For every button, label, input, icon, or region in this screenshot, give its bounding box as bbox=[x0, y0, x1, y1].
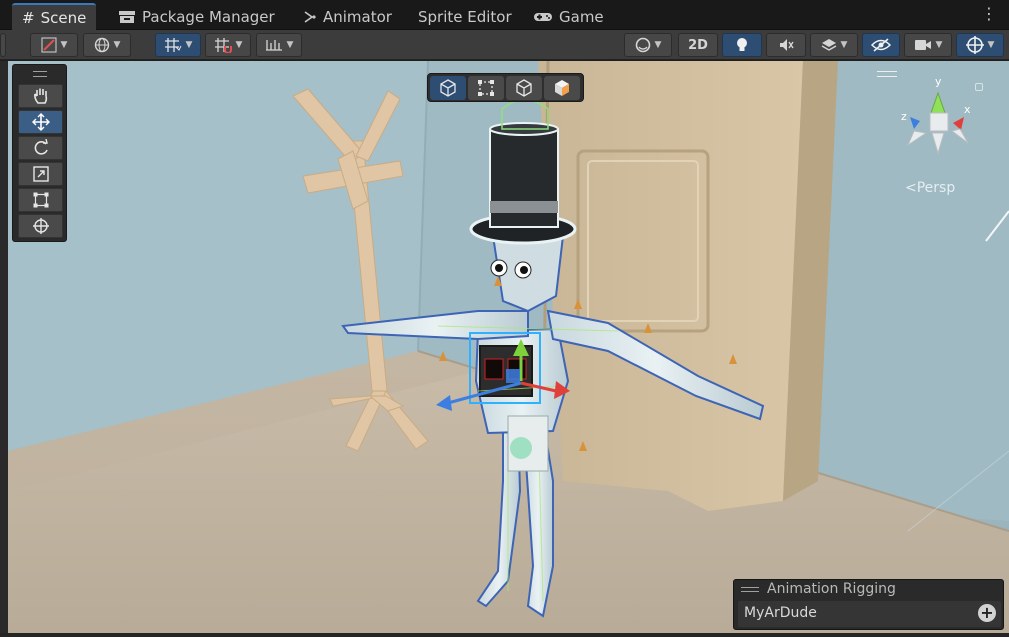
camera-icon bbox=[914, 40, 931, 50]
animation-rigging-panel: Animation Rigging MyArDude + bbox=[733, 579, 1004, 630]
tab-package-manager-label: Package Manager bbox=[142, 7, 275, 26]
rect-handle-button[interactable] bbox=[468, 76, 504, 100]
audio-toggle[interactable] bbox=[766, 33, 806, 57]
chevron-left-icon: < bbox=[905, 180, 917, 196]
rig-name: MyArDude bbox=[744, 605, 817, 621]
rect-tool-button[interactable] bbox=[18, 188, 63, 212]
left-panel-edge bbox=[0, 61, 8, 637]
palette-grip-handle[interactable] bbox=[33, 71, 47, 77]
layers-icon bbox=[821, 39, 836, 51]
shading-sphere-icon bbox=[635, 37, 650, 53]
chevron-down-icon: ▼ bbox=[113, 40, 121, 50]
package-icon bbox=[119, 10, 135, 23]
camera-dropdown[interactable]: ▼ bbox=[904, 33, 952, 57]
shading-mode-dropdown[interactable]: ▼ bbox=[624, 33, 672, 57]
scale-icon bbox=[32, 166, 49, 182]
ruler-icon bbox=[265, 40, 282, 51]
projection-label: Persp bbox=[916, 180, 956, 196]
chevron-down-icon: ▼ bbox=[987, 40, 995, 50]
unity-editor: # Scene Package Manager Animator Sprite … bbox=[0, 0, 1009, 637]
audio-mute-icon bbox=[780, 39, 794, 51]
transform-tool-button[interactable] bbox=[18, 214, 63, 238]
move-tool-button[interactable] bbox=[18, 110, 63, 134]
tab-scene[interactable]: # Scene bbox=[12, 3, 97, 30]
hash-grid-icon: # bbox=[22, 8, 35, 27]
eye-slash-icon bbox=[871, 38, 891, 52]
chevron-down-icon: ▼ bbox=[185, 40, 193, 50]
transform-handle-button[interactable] bbox=[430, 76, 466, 100]
draw-mode-icon bbox=[41, 37, 57, 53]
rotate-tool-button[interactable] bbox=[18, 136, 63, 160]
hand-tool-button[interactable] bbox=[18, 84, 63, 108]
scene-render bbox=[8, 61, 1009, 633]
colored-cube-icon bbox=[555, 80, 569, 96]
bottom-edge bbox=[0, 633, 1009, 637]
rect-transform-icon bbox=[33, 192, 48, 208]
plus-icon: + bbox=[980, 603, 994, 622]
magnet-grid-icon bbox=[214, 38, 232, 53]
grid-snap-icon bbox=[164, 38, 181, 52]
toolbar-edge bbox=[0, 33, 6, 57]
chevron-down-icon: ▼ bbox=[235, 40, 243, 50]
globe-icon bbox=[94, 37, 109, 53]
colored-cube-button[interactable] bbox=[544, 76, 580, 100]
visibility-toggle[interactable] bbox=[862, 33, 900, 57]
axis-z-label: z bbox=[901, 110, 907, 123]
lightbulb-icon bbox=[737, 38, 747, 51]
lighting-toggle[interactable] bbox=[722, 33, 762, 57]
gamepad-icon bbox=[534, 12, 552, 21]
dashed-rect-icon bbox=[478, 80, 494, 96]
transform-icon bbox=[32, 218, 49, 234]
scale-tool-button[interactable] bbox=[18, 162, 63, 186]
axis-y-label: y bbox=[935, 75, 942, 88]
panel-title: Animation Rigging bbox=[767, 581, 896, 597]
increment-snap-dropdown[interactable]: ▼ bbox=[205, 33, 251, 57]
lock-icon[interactable] bbox=[975, 83, 983, 91]
cube-outline-icon bbox=[516, 79, 532, 97]
chevron-down-icon: ▼ bbox=[840, 40, 848, 50]
gizmo-drag-handle[interactable] bbox=[877, 71, 897, 77]
tab-package-manager[interactable]: Package Manager bbox=[108, 3, 285, 30]
bounds-cube-button[interactable] bbox=[506, 76, 542, 100]
cube-icon bbox=[440, 79, 456, 97]
rotate-icon bbox=[34, 139, 48, 155]
projection-toggle[interactable]: <Persp bbox=[905, 180, 955, 196]
tab-game-label: Game bbox=[559, 7, 604, 26]
effects-dropdown[interactable]: ▼ bbox=[810, 33, 858, 57]
add-rig-button[interactable]: + bbox=[978, 604, 996, 622]
tab-sprite-editor[interactable]: Sprite Editor bbox=[408, 3, 522, 30]
ruler-snap-dropdown[interactable]: ▼ bbox=[256, 33, 302, 57]
chevron-down-icon: ▼ bbox=[286, 40, 294, 50]
tab-scene-label: Scene bbox=[40, 8, 87, 27]
chevron-down-icon: ▼ bbox=[654, 40, 662, 50]
tab-animator-label: Animator bbox=[323, 7, 392, 26]
rig-list-item[interactable]: MyArDude + bbox=[738, 601, 1001, 627]
tab-animator[interactable]: Animator bbox=[293, 3, 402, 30]
draw-mode-dropdown[interactable]: ▼ bbox=[30, 33, 78, 57]
tab-menu-button[interactable]: ⋮ bbox=[981, 6, 997, 22]
orientation-gizmo[interactable]: y x z bbox=[898, 73, 978, 163]
panel-grip-handle[interactable] bbox=[741, 587, 759, 592]
scene-viewport[interactable]: y x z <Persp bbox=[8, 61, 1009, 633]
chevron-down-icon: ▼ bbox=[60, 40, 68, 50]
animator-icon bbox=[304, 10, 316, 23]
tool-palette bbox=[12, 64, 67, 242]
axis-x-label: x bbox=[964, 103, 971, 116]
move-arrows-icon bbox=[31, 113, 50, 131]
toggle-2d-label: 2D bbox=[688, 37, 708, 53]
component-tools-overlay bbox=[427, 73, 584, 102]
gizmo-sphere-icon bbox=[965, 36, 984, 54]
scene-toolbar: ▼ ▼ ▼ ▼ ▼ ▼ 2D ▼ ▼ ▼ bbox=[0, 30, 1009, 60]
gizmos-dropdown[interactable]: ▼ bbox=[956, 33, 1004, 57]
tab-sprite-editor-label: Sprite Editor bbox=[418, 7, 512, 26]
tab-bar: # Scene Package Manager Animator Sprite … bbox=[0, 0, 1009, 30]
world-space-dropdown[interactable]: ▼ bbox=[83, 33, 131, 57]
grid-snapping-dropdown[interactable]: ▼ bbox=[155, 33, 201, 57]
toggle-2d-button[interactable]: 2D bbox=[678, 33, 718, 57]
hand-icon bbox=[33, 88, 47, 104]
tab-game[interactable]: Game bbox=[523, 3, 614, 30]
chevron-down-icon: ▼ bbox=[935, 40, 943, 50]
